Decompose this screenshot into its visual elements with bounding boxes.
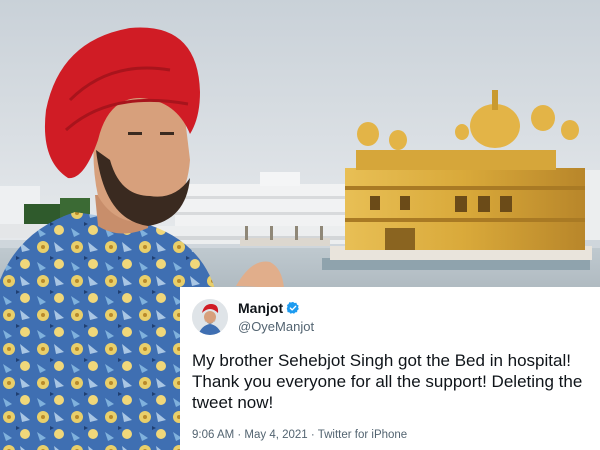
verified-badge-icon (286, 301, 300, 315)
avatar[interactable] (192, 299, 228, 335)
display-name[interactable]: Manjot (238, 300, 283, 316)
tweet-author: Manjot @OyeManjot (238, 298, 314, 335)
name-row: Manjot (238, 298, 314, 318)
tweet-header: Manjot @OyeManjot (192, 298, 588, 342)
tweet-timestamp[interactable]: 9:06 AM · May 4, 2021 · Twitter for iPho… (192, 429, 588, 441)
avatar-image (192, 299, 228, 335)
handle[interactable]: @OyeManjot (238, 318, 314, 335)
tweet-card: Manjot @OyeManjot My brother Sehebjot Si… (180, 287, 600, 450)
tweet-text: My brother Sehebjot Singh got the Bed in… (192, 351, 583, 412)
